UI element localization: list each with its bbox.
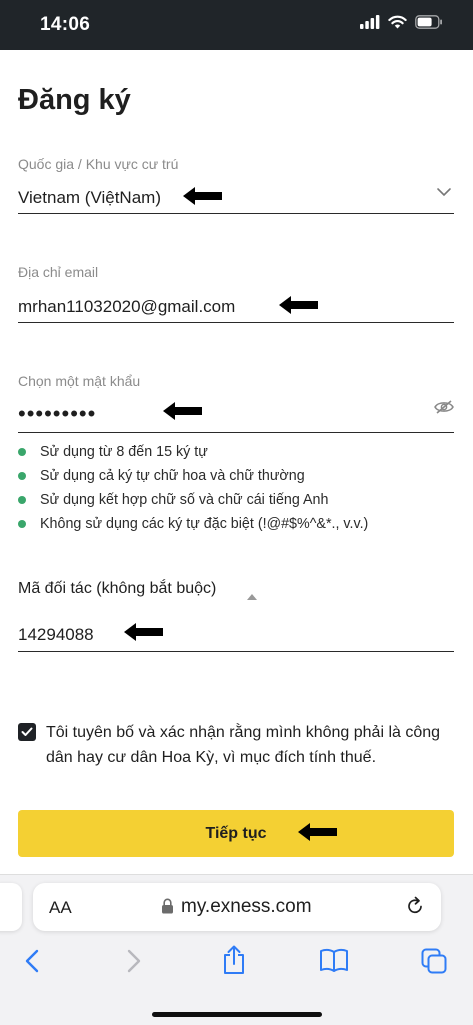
continue-button[interactable]: Tiếp tục <box>18 810 454 857</box>
share-icon[interactable] <box>222 945 246 980</box>
previous-tab-preview[interactable] <box>0 883 22 931</box>
arrow-left-icon <box>124 622 164 642</box>
partner-underline <box>18 651 454 652</box>
signal-icon <box>360 15 380 29</box>
battery-icon <box>415 15 442 29</box>
arrow-left-icon <box>183 186 223 206</box>
country-label: Quốc gia / Khu vực cư trú <box>18 156 179 172</box>
list-item: Sử dụng cả ký tự chữ hoa và chữ thường <box>18 464 458 488</box>
browser-bottom-bar: AA my.exness.com <box>0 874 473 1025</box>
country-select[interactable]: Vietnam (ViệtNam) <box>18 188 161 208</box>
email-label: Địa chỉ email <box>18 264 99 280</box>
caret-up-icon[interactable] <box>247 587 257 605</box>
password-input[interactable]: ••••••••• <box>18 401 96 427</box>
eye-off-icon[interactable] <box>434 400 454 419</box>
url-text[interactable]: my.exness.com <box>181 896 312 918</box>
status-bar: 14:06 <box>0 0 473 50</box>
email-input[interactable]: mrhan11032020@gmail.com <box>18 297 235 317</box>
partner-code-toggle[interactable]: Mã đối tác (không bắt buộc) <box>18 580 216 598</box>
reload-icon[interactable] <box>405 896 425 921</box>
arrow-left-icon <box>279 295 319 315</box>
checkmark-icon <box>21 727 33 736</box>
arrow-left-icon <box>298 822 338 842</box>
consent-text: Tôi tuyên bố và xác nhận rằng mình không… <box>46 724 441 766</box>
check-dot-icon <box>18 472 26 480</box>
list-item: Sử dụng kết hợp chữ số và chữ cái tiếng … <box>18 488 458 512</box>
tabs-icon[interactable] <box>421 948 447 979</box>
forward-icon[interactable] <box>126 949 142 978</box>
password-underline <box>18 432 454 433</box>
bookmarks-icon[interactable] <box>319 948 349 977</box>
country-underline <box>18 213 454 214</box>
arrow-left-icon <box>163 401 203 421</box>
list-item: Không sử dụng các ký tự đặc biệt (!@#$%^… <box>18 512 458 536</box>
check-dot-icon <box>18 496 26 504</box>
chevron-down-icon[interactable] <box>436 184 452 202</box>
list-item: Sử dụng từ 8 đến 15 ký tự <box>18 440 458 464</box>
browser-toolbar <box>0 945 473 985</box>
consent-checkbox[interactable] <box>18 723 36 741</box>
check-dot-icon <box>18 520 26 528</box>
email-underline <box>18 322 454 323</box>
password-rules: Sử dụng từ 8 đến 15 ký tự Sử dụng cả ký … <box>18 440 458 536</box>
status-time: 14:06 <box>40 14 91 35</box>
password-label: Chọn một mật khẩu <box>18 373 141 389</box>
home-indicator <box>152 1012 322 1017</box>
partner-code-input[interactable]: 14294088 <box>18 625 94 645</box>
lock-icon <box>161 898 174 919</box>
back-icon[interactable] <box>24 949 40 978</box>
address-bar[interactable]: AA my.exness.com <box>33 883 441 931</box>
text-size-button[interactable]: AA <box>49 898 72 918</box>
wifi-icon <box>388 15 407 29</box>
page-title: Đăng ký <box>18 84 131 116</box>
check-dot-icon <box>18 448 26 456</box>
